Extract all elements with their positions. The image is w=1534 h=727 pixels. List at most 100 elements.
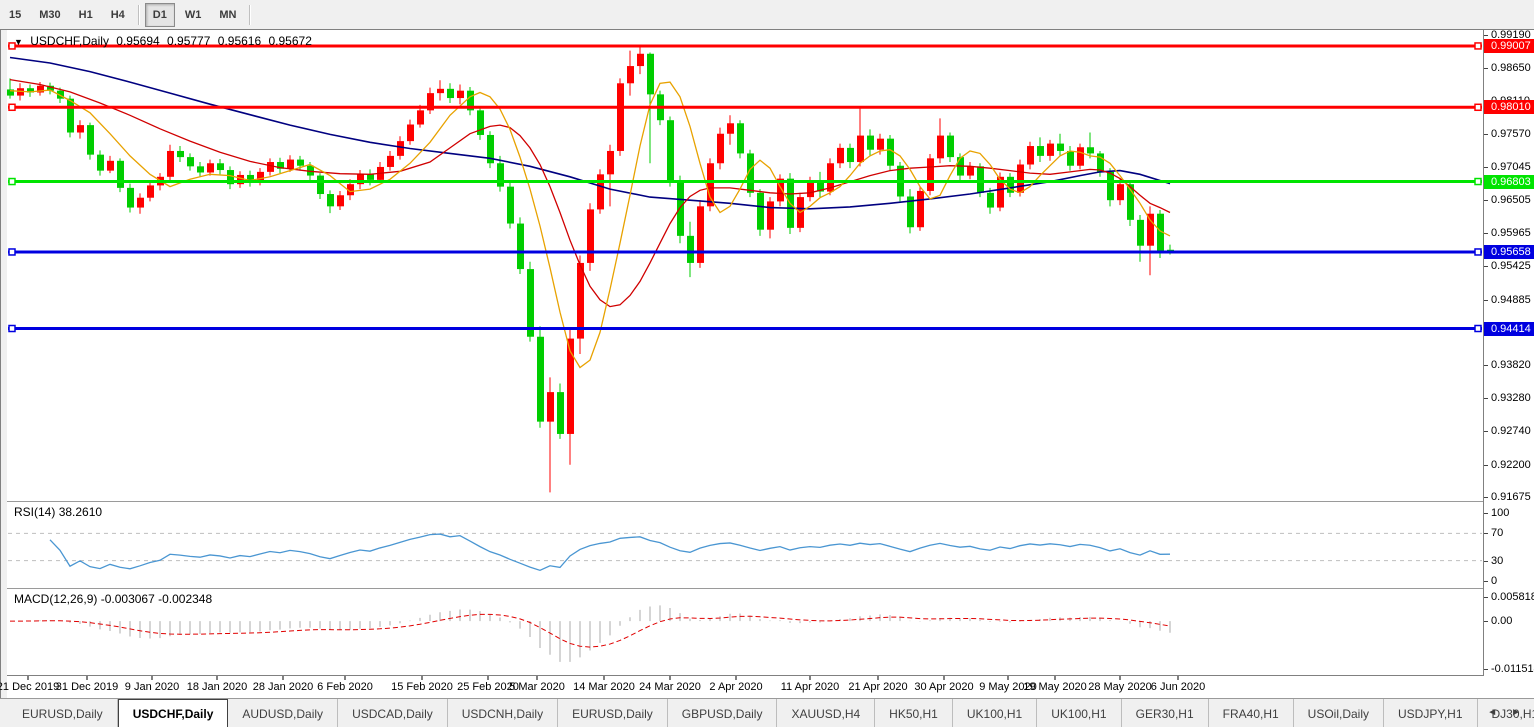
candle-body — [1057, 144, 1064, 151]
candle-body — [707, 163, 714, 206]
timeframe-button-w1[interactable]: W1 — [177, 3, 210, 27]
macd-signal-value: -0.002348 — [158, 592, 212, 606]
price-line-badge: 0.99007 — [1484, 39, 1534, 53]
slow-ma-line — [10, 58, 1170, 209]
candle-body — [1097, 153, 1104, 171]
timeframe-toolbar: 15M30H1H4 D1W1MN — [0, 0, 1534, 30]
price-tick-label: 0.92740 — [1484, 425, 1534, 437]
candle-body — [267, 162, 274, 172]
chart-tab-eurusd[interactable]: EURUSD,Daily — [558, 699, 668, 727]
date-label: 21 Apr 2020 — [848, 681, 907, 693]
candle-body — [597, 174, 604, 209]
price-chart-canvas[interactable] — [0, 30, 1483, 699]
timeframe-button-15[interactable]: 15 — [1, 3, 29, 27]
date-label: 19 May 2020 — [1023, 681, 1087, 693]
candle-body — [637, 54, 644, 66]
line-handle[interactable] — [1475, 104, 1481, 110]
candle-body — [507, 187, 514, 224]
candle-body — [127, 188, 134, 208]
line-handle[interactable] — [9, 104, 15, 110]
chart-tab-gbpusd[interactable]: GBPUSD,Daily — [668, 699, 778, 727]
price-axis: 0.991900.986500.981100.975700.970450.965… — [1483, 30, 1534, 676]
chart-tab-xauusd[interactable]: XAUUSD,H4 — [777, 699, 875, 727]
timeframe-button-m30[interactable]: M30 — [31, 3, 68, 27]
ohlc-low: 0.95616 — [218, 34, 261, 48]
line-handle[interactable] — [9, 326, 15, 332]
macd-axis-label: -0.011514 — [1484, 663, 1534, 675]
line-handle[interactable] — [9, 179, 15, 185]
candle-body — [1117, 184, 1124, 200]
candle-body — [857, 136, 864, 162]
date-label: 28 Jan 2020 — [253, 681, 314, 693]
timeframe-button-d1[interactable]: D1 — [145, 3, 175, 27]
line-handle[interactable] — [1475, 249, 1481, 255]
candle-body — [207, 163, 214, 172]
line-handle[interactable] — [1475, 179, 1481, 185]
timeframe-button-h1[interactable]: H1 — [71, 3, 101, 27]
price-tick-label: 0.93820 — [1484, 359, 1534, 371]
date-label: 18 Jan 2020 — [187, 681, 248, 693]
candle-body — [1027, 146, 1034, 164]
line-handle[interactable] — [1475, 326, 1481, 332]
line-handle[interactable] — [1475, 43, 1481, 49]
candle-body — [1087, 147, 1094, 153]
price-tick-label: 0.96505 — [1484, 194, 1534, 206]
candle-body — [877, 139, 884, 150]
macd-axis-label: 0.005818 — [1484, 591, 1534, 603]
candle-body — [607, 151, 614, 174]
candle-body — [557, 392, 564, 434]
timeframe-button-h4[interactable]: H4 — [103, 3, 133, 27]
candle-body — [767, 201, 774, 229]
price-tick-label: 0.92200 — [1484, 459, 1534, 471]
chart-tab-eurusd[interactable]: EURUSD,Daily — [8, 699, 118, 727]
candle-body — [1147, 214, 1154, 246]
tab-scroll-right-icon[interactable]: ► — [1504, 707, 1528, 718]
candle-body — [97, 155, 104, 171]
candle-body — [447, 89, 454, 98]
symbol-dropdown-icon[interactable]: ▼ — [14, 37, 23, 47]
rsi-indicator-label: RSI(14) 38.2610 — [14, 505, 102, 519]
ohlc-close: 0.95672 — [269, 34, 312, 48]
candle-body — [1077, 147, 1084, 165]
chart-tab-ger30[interactable]: GER30,H1 — [1122, 699, 1209, 727]
price-tick-label: 0.98650 — [1484, 62, 1534, 74]
candle-body — [917, 191, 924, 227]
chart-tab-fra40[interactable]: FRA40,H1 — [1209, 699, 1294, 727]
date-label: 28 May 2020 — [1088, 681, 1152, 693]
price-line-badge: 0.95658 — [1484, 245, 1534, 259]
candle-body — [1067, 151, 1074, 166]
price-tick-label: 0.93280 — [1484, 392, 1534, 404]
candle-body — [587, 209, 594, 263]
date-label: 31 Dec 2019 — [56, 681, 118, 693]
candle-body — [387, 156, 394, 167]
timeframe-button-mn[interactable]: MN — [211, 3, 244, 27]
candle-body — [547, 392, 554, 422]
chart-tab-usoil[interactable]: USOil,Daily — [1294, 699, 1384, 727]
rsi-axis-label: 0 — [1484, 575, 1534, 587]
price-tick-label: 0.94885 — [1484, 294, 1534, 306]
chart-tab-usdcnh[interactable]: USDCNH,Daily — [448, 699, 558, 727]
chart-tab-uk100[interactable]: UK100,H1 — [1037, 699, 1121, 727]
date-label: 14 Mar 2020 — [573, 681, 635, 693]
chart-tab-hk50[interactable]: HK50,H1 — [875, 699, 953, 727]
tab-scroll-left-icon[interactable]: ◄ — [1480, 707, 1504, 718]
date-label: 24 Mar 2020 — [639, 681, 701, 693]
rsi-axis-label: 100 — [1484, 507, 1534, 519]
rsi-axis-label: 70 — [1484, 527, 1534, 539]
candle-body — [927, 158, 934, 191]
candle-body — [537, 337, 544, 422]
chart-tab-usdcad[interactable]: USDCAD,Daily — [338, 699, 448, 727]
chart-tab-usdchf[interactable]: USDCHF,Daily — [118, 699, 229, 727]
line-handle[interactable] — [9, 249, 15, 255]
candle-body — [1107, 172, 1114, 200]
candle-body — [177, 151, 184, 157]
chart-tab-audusd[interactable]: AUDUSD,Daily — [228, 699, 338, 727]
chart-symbol: USDCHF,Daily — [30, 34, 109, 48]
price-tick-label: 0.97045 — [1484, 161, 1534, 173]
chart-tab-uk100[interactable]: UK100,H1 — [953, 699, 1037, 727]
price-line-badge: 0.98010 — [1484, 100, 1534, 114]
candle-body — [867, 136, 874, 150]
chart-tab-usdjpy[interactable]: USDJPY,H1 — [1384, 699, 1477, 727]
candle-body — [297, 160, 304, 166]
candle-body — [197, 166, 204, 172]
